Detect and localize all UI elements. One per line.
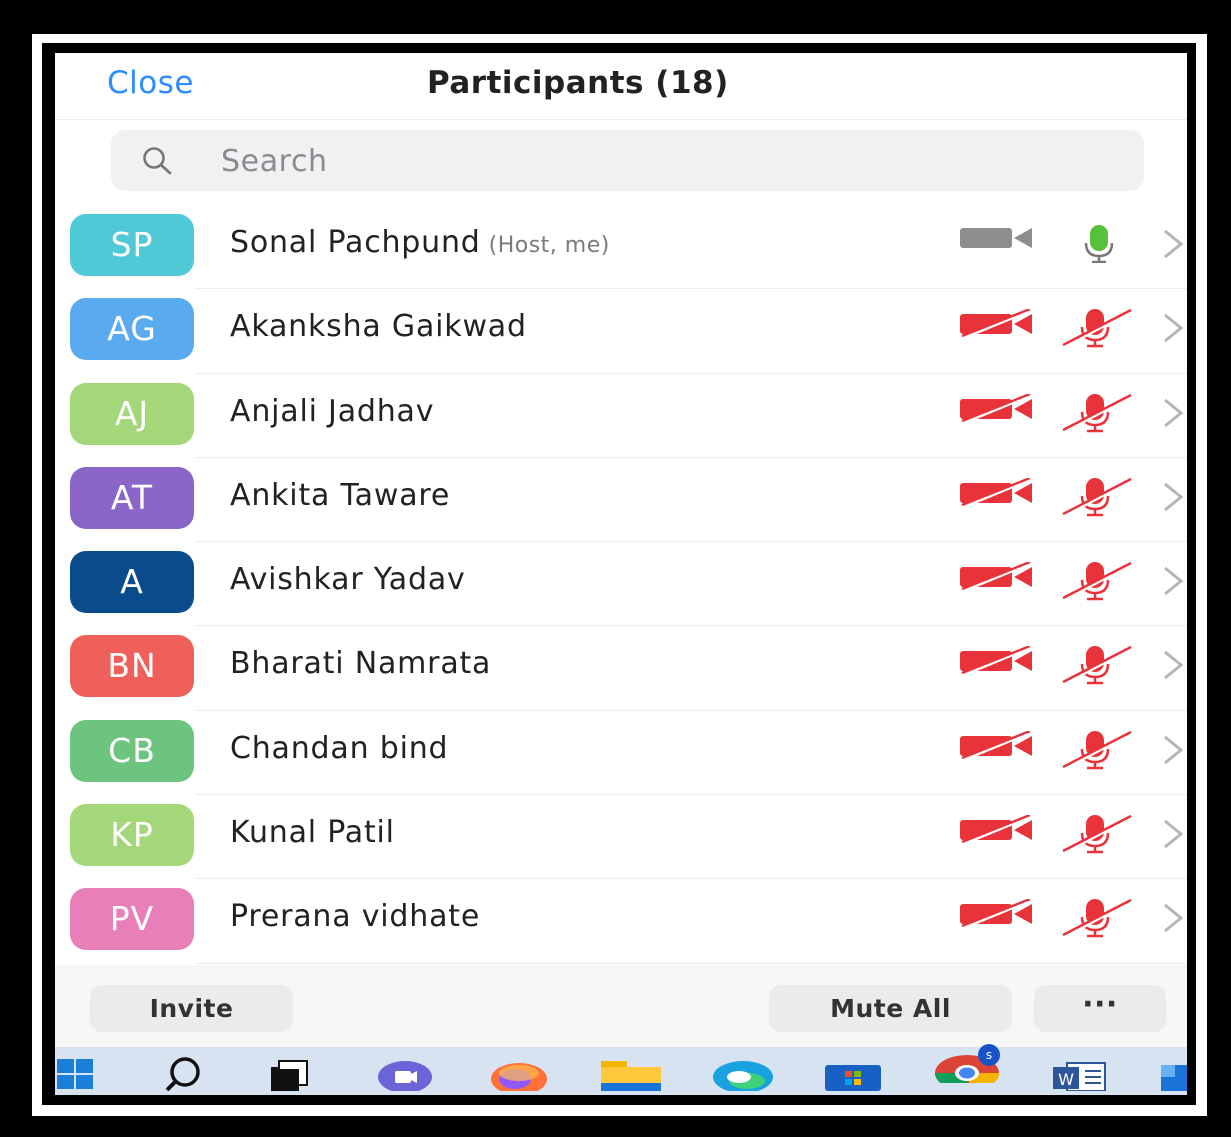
avatar: KP — [70, 804, 194, 867]
chrome-icon[interactable]: s — [931, 1044, 1000, 1091]
video-off-icon — [960, 392, 1036, 428]
teams-chat-icon[interactable] — [377, 1055, 432, 1093]
participant-row[interactable]: AJ Anjali Jadhav — [55, 374, 1187, 458]
microphone-muted-icon — [1061, 560, 1135, 606]
avatar: BN — [70, 635, 194, 698]
participant-row[interactable]: AG Akanksha Gaikwad — [55, 289, 1187, 374]
close-button[interactable]: Close — [107, 65, 194, 101]
bottom-action-bar: Invite Mute All ··· — [55, 965, 1187, 1047]
microphone-muted-icon — [1061, 729, 1135, 775]
participant-row[interactable]: AT Ankita Taware — [55, 458, 1187, 543]
participant-name-text: Chandan bind — [230, 730, 449, 766]
video-off-icon — [960, 729, 1036, 765]
participant-name: Avishkar Yadav — [230, 562, 466, 597]
participant-name: Kunal Patil — [230, 815, 395, 850]
participant-row[interactable]: PV Prerana vidhate — [55, 879, 1187, 964]
participant-name-text: Akanksha Gaikwad — [230, 309, 527, 345]
participant-row[interactable]: SP Sonal Pachpund (Host, me) — [55, 205, 1187, 290]
participant-name: Ankita Taware — [230, 478, 450, 513]
video-camera-icon — [960, 225, 1036, 255]
search-bar[interactable] — [111, 130, 1144, 191]
video-off-icon — [960, 813, 1036, 849]
video-off-icon — [960, 308, 1036, 343]
participant-name: Chandan bind — [230, 731, 448, 766]
microsoft-store-icon[interactable] — [821, 1055, 881, 1091]
chevron-right-icon — [1159, 817, 1185, 855]
avatar: AJ — [70, 382, 194, 445]
page-title: Participants (18) — [427, 65, 729, 101]
avatar: PV — [70, 888, 194, 951]
search-input[interactable] — [219, 138, 1123, 184]
microphone-icon — [1079, 223, 1119, 267]
invite-button[interactable]: Invite — [90, 985, 293, 1032]
participant-name-text: Ankita Taware — [230, 477, 451, 513]
search-icon[interactable] — [161, 1055, 201, 1092]
windows-taskbar: s W — [55, 1044, 1187, 1095]
chevron-right-icon — [1159, 901, 1185, 939]
more-options-button[interactable]: ··· — [1034, 985, 1166, 1032]
chevron-right-icon — [1159, 564, 1185, 602]
participant-name-text: Sonal Pachpund — [230, 225, 481, 260]
chevron-right-icon — [1159, 480, 1185, 518]
participant-name: Sonal Pachpund (Host, me) — [230, 225, 610, 260]
participant-name: Prerana vidhate — [230, 899, 480, 934]
chevron-right-icon — [1159, 227, 1185, 265]
microphone-muted-icon — [1061, 476, 1135, 522]
mute-all-button[interactable]: Mute All — [769, 985, 1012, 1032]
participant-name-text: Prerana vidhate — [230, 899, 481, 935]
microphone-muted-icon — [1061, 307, 1135, 353]
svg-text:W: W — [1058, 1070, 1074, 1089]
participant-name: Akanksha Gaikwad — [230, 309, 527, 344]
participant-row[interactable]: A Avishkar Yadav — [55, 542, 1187, 627]
microphone-muted-icon — [1061, 897, 1135, 943]
participant-name: Anjali Jadhav — [230, 394, 434, 429]
app-icon[interactable] — [1151, 1055, 1187, 1091]
chevron-right-icon — [1159, 311, 1185, 349]
avatar: A — [70, 551, 194, 614]
participants-list: SP Sonal Pachpund (Host, me) AG Akanksha Gai… — [55, 205, 1187, 964]
avatar: SP — [70, 214, 194, 276]
microphone-muted-icon — [1061, 813, 1135, 859]
search-icon — [141, 146, 175, 180]
video-off-icon — [960, 645, 1036, 680]
panel-header: Close Participants (18) — [55, 53, 1187, 120]
avatar: AT — [70, 466, 194, 529]
participant-name-text: Anjali Jadhav — [230, 393, 435, 429]
chevron-right-icon — [1159, 648, 1185, 686]
firefox-icon[interactable] — [489, 1055, 547, 1095]
participant-name-text: Bharati Namrata — [230, 646, 492, 682]
microphone-muted-icon — [1061, 644, 1135, 690]
video-off-icon — [960, 476, 1036, 512]
participant-name-text: Avishkar Yadav — [230, 562, 466, 598]
avatar: AG — [70, 298, 194, 361]
edge-icon[interactable] — [711, 1055, 773, 1093]
video-off-icon — [960, 898, 1036, 933]
task-view-icon[interactable] — [267, 1055, 308, 1091]
chevron-right-icon — [1159, 733, 1185, 771]
participant-role-tag: (Host, me) — [488, 233, 610, 258]
participants-panel: Close Participants (18) SP Sonal Pachpund… — [55, 53, 1187, 1095]
chevron-right-icon — [1159, 396, 1185, 434]
row-divider — [195, 962, 1187, 964]
windows-start-icon[interactable] — [57, 1055, 97, 1091]
participant-name-text: Kunal Patil — [230, 815, 395, 851]
participant-row[interactable]: CB Chandan bind — [55, 711, 1187, 796]
microphone-muted-icon — [1061, 392, 1135, 438]
word-icon[interactable]: W — [1049, 1055, 1106, 1092]
participant-name: Bharati Namrata — [230, 646, 491, 681]
participant-row[interactable]: BN Bharati Namrata — [55, 626, 1187, 711]
video-off-icon — [960, 561, 1036, 596]
chrome-profile-badge: s — [986, 1048, 992, 1062]
participant-row[interactable]: KP Kunal Patil — [55, 795, 1187, 880]
avatar: CB — [70, 719, 194, 782]
file-explorer-icon[interactable] — [599, 1055, 661, 1091]
